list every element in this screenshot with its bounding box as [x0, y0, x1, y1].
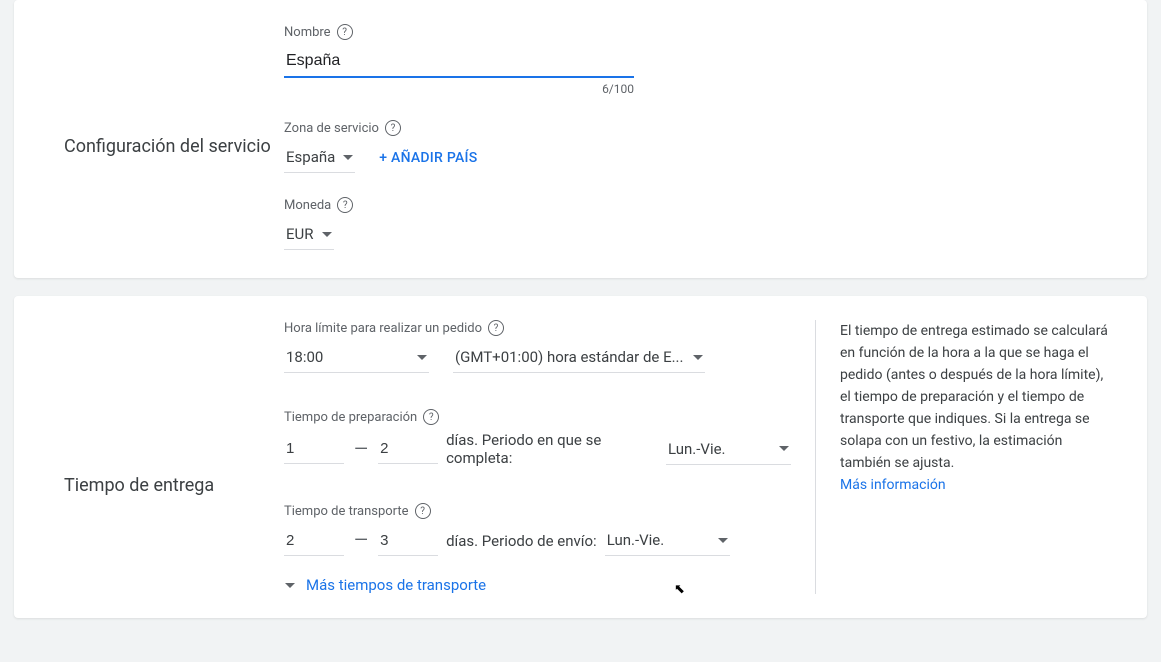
currency-label-row: Moneda ? — [284, 197, 1115, 213]
help-icon[interactable]: ? — [385, 120, 401, 136]
prep-row: — días. Periodo en que se completa: Lun.… — [284, 431, 791, 467]
dropdown-arrow-icon — [343, 155, 353, 160]
currency-value: EUR — [286, 225, 314, 243]
cutoff-group: Hora límite para realizar un pedido ? 18… — [284, 320, 791, 373]
more-transit-label: Más tiempos de transporte — [306, 576, 486, 594]
cutoff-time-value: 18:00 — [286, 348, 323, 366]
prep-min-input[interactable] — [284, 434, 344, 464]
transit-schedule-value: Lun.-Vie. — [607, 531, 665, 549]
country-dropdown[interactable]: España — [284, 142, 355, 173]
service-area-label-row: Zona de servicio ? — [284, 120, 1115, 136]
dropdown-arrow-icon — [779, 446, 789, 451]
section-title-wrap: Tiempo de entrega — [64, 320, 284, 496]
prep-schedule-dropdown[interactable]: Lun.-Vie. — [666, 434, 791, 465]
dropdown-arrow-icon — [718, 538, 728, 543]
name-input[interactable] — [284, 46, 634, 78]
cutoff-label: Hora límite para realizar un pedido — [284, 321, 482, 336]
transit-min-input[interactable] — [284, 526, 344, 556]
prep-group: Tiempo de preparación ? — días. Periodo … — [284, 409, 791, 467]
help-icon[interactable]: ? — [337, 197, 353, 213]
help-icon[interactable]: ? — [415, 503, 431, 519]
service-area-row: España + AÑADIR PAÍS — [284, 142, 1115, 173]
more-transit-expand[interactable]: Más tiempos de transporte — [284, 576, 791, 594]
cutoff-label-row: Hora límite para realizar un pedido ? — [284, 320, 791, 336]
transit-label-row: Tiempo de transporte ? — [284, 503, 791, 519]
info-text: El tiempo de entrega estimado se calcula… — [840, 320, 1115, 496]
section-title: Configuración del servicio — [64, 136, 284, 157]
cutoff-time-dropdown[interactable]: 18:00 — [284, 342, 429, 373]
dropdown-arrow-icon — [417, 355, 427, 360]
section-title-wrap: Configuración del servicio — [64, 24, 284, 254]
timezone-dropdown[interactable]: (GMT+01:00) hora estándar de E... — [453, 342, 705, 373]
add-country-button[interactable]: + AÑADIR PAÍS — [379, 150, 477, 166]
prep-text: días. Periodo en que se completa: — [446, 431, 606, 467]
dropdown-arrow-icon — [693, 355, 703, 360]
delivery-time-content: Hora límite para realizar un pedido ? 18… — [284, 320, 1115, 594]
prep-label: Tiempo de preparación — [284, 410, 417, 425]
dropdown-arrow-icon — [322, 232, 332, 237]
currency-label: Moneda — [284, 198, 331, 213]
transit-group: Tiempo de transporte ? — días. Periodo d… — [284, 503, 791, 556]
help-icon[interactable]: ? — [423, 409, 439, 425]
more-info-link[interactable]: Más información — [840, 477, 946, 493]
cutoff-row: 18:00 (GMT+01:00) hora estándar de E... — [284, 342, 791, 373]
country-value: España — [286, 148, 335, 166]
dash-separator: — — [344, 530, 378, 551]
name-label: Nombre — [284, 25, 331, 40]
currency-group: Moneda ? EUR — [284, 197, 1115, 250]
section-title: Tiempo de entrega — [64, 475, 284, 496]
timezone-value: (GMT+01:00) hora estándar de E... — [455, 348, 683, 366]
prep-schedule-value: Lun.-Vie. — [668, 440, 726, 458]
service-area-group: Zona de servicio ? España + AÑADIR PAÍS — [284, 120, 1115, 173]
char-count: 6/100 — [284, 82, 634, 96]
service-config-content: Nombre ? 6/100 Zona de servicio ? España… — [284, 24, 1115, 254]
prep-label-row: Tiempo de preparación ? — [284, 409, 791, 425]
transit-schedule-dropdown[interactable]: Lun.-Vie. — [605, 525, 730, 556]
name-field-group: Nombre ? 6/100 — [284, 24, 1115, 96]
delivery-time-card: Tiempo de entrega Hora límite para reali… — [14, 296, 1147, 618]
prep-max-input[interactable] — [378, 434, 438, 464]
transit-row: — días. Periodo de envío: Lun.-Vie. — [284, 525, 791, 556]
transit-text: días. Periodo de envío: — [446, 532, 597, 550]
help-icon[interactable]: ? — [337, 24, 353, 40]
name-label-row: Nombre ? — [284, 24, 1115, 40]
currency-dropdown[interactable]: EUR — [284, 219, 334, 250]
service-config-card: Configuración del servicio Nombre ? 6/10… — [14, 0, 1147, 278]
dash-separator: — — [344, 439, 378, 460]
chevron-down-icon — [285, 583, 295, 588]
service-area-label: Zona de servicio — [284, 121, 379, 136]
info-body: El tiempo de entrega estimado se calcula… — [840, 323, 1108, 471]
transit-label: Tiempo de transporte — [284, 504, 409, 519]
delivery-mid-content: Hora límite para realizar un pedido ? 18… — [284, 320, 791, 594]
info-panel: El tiempo de entrega estimado se calcula… — [815, 320, 1115, 594]
transit-max-input[interactable] — [378, 526, 438, 556]
help-icon[interactable]: ? — [488, 320, 504, 336]
